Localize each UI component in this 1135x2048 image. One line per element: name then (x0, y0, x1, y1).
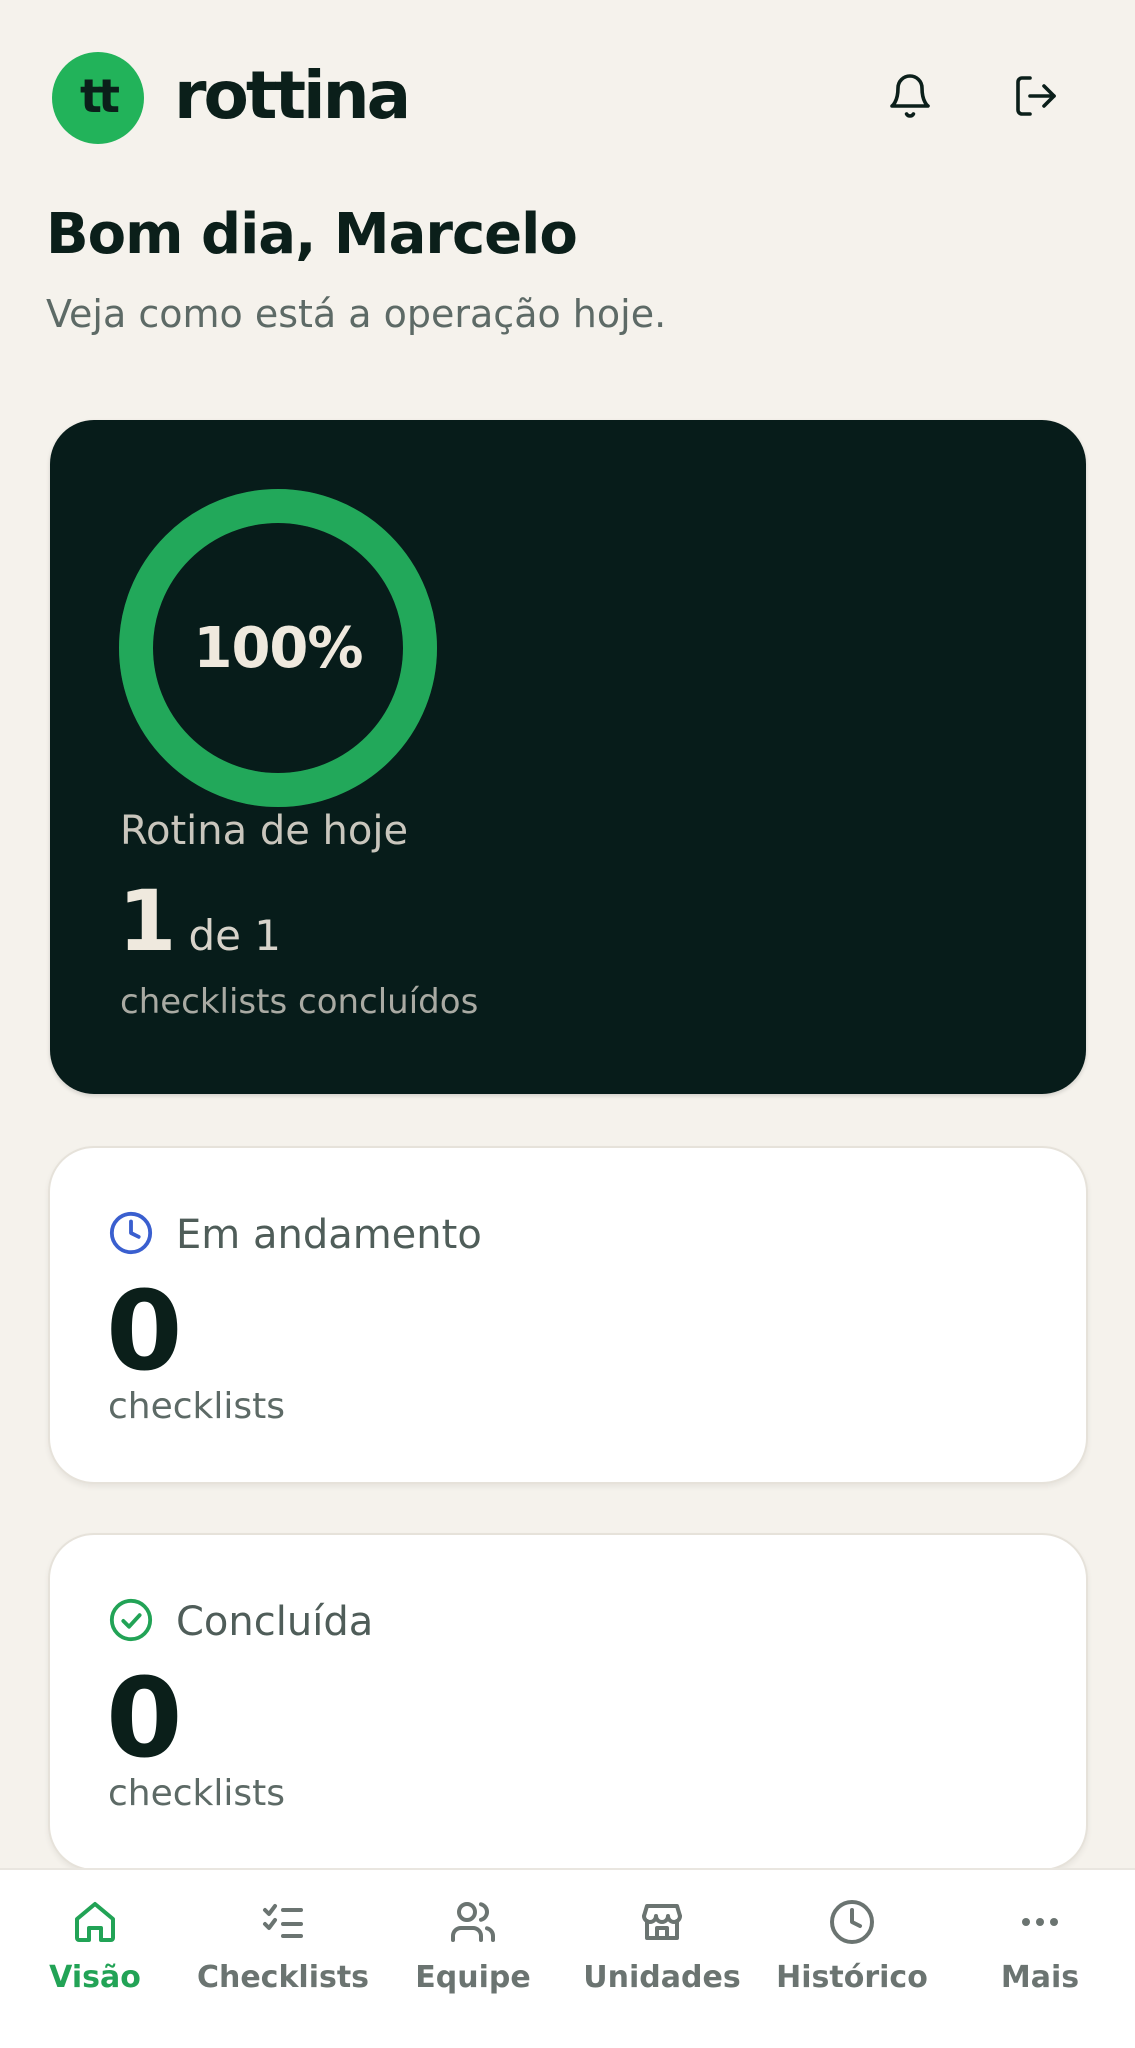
logout-icon[interactable] (1008, 68, 1064, 124)
nav-item-checklists[interactable]: Checklists (188, 1870, 378, 2048)
nav-label: Checklists (196, 1960, 370, 1995)
hero-title: Rotina de hoje (120, 808, 409, 854)
store-icon (634, 1894, 690, 1950)
history-icon (824, 1894, 880, 1950)
done-count: 1 (118, 872, 176, 970)
nav-label: Equipe (415, 1960, 531, 1995)
more-icon (1012, 1894, 1068, 1950)
card-unit: checklists (108, 1386, 286, 1427)
nav-label: Unidades (583, 1960, 741, 1995)
nav-item-mais[interactable]: Mais (945, 1870, 1135, 2048)
logo-badge: tt (52, 52, 144, 144)
card-label: Concluída (176, 1599, 374, 1645)
card-value: 0 (106, 1654, 183, 1782)
logo-text: tt (80, 69, 120, 123)
nav-label: Mais (1000, 1960, 1080, 1995)
nav-item-equipe[interactable]: Equipe (378, 1870, 568, 2048)
page-title: Bom dia, Marcelo (46, 202, 578, 267)
bell-icon[interactable] (882, 68, 938, 124)
nav-item-visao[interactable]: Visão (0, 1870, 190, 2048)
nav-item-historico[interactable]: Histórico (757, 1870, 947, 2048)
total-count: de 1 (188, 911, 282, 960)
nav-item-unidades[interactable]: Unidades (567, 1870, 757, 2048)
nav-label: Histórico (776, 1960, 928, 1995)
checklist-icon (255, 1894, 311, 1950)
card-unit: checklists (108, 1773, 286, 1814)
in-progress-card[interactable]: Em andamento 0 checklists (48, 1146, 1088, 1484)
check-circle-icon (108, 1597, 154, 1647)
home-icon (67, 1894, 123, 1950)
card-label: Em andamento (176, 1212, 482, 1258)
daily-routine-card[interactable]: 100% Rotina de hoje 1 de 1 checklists co… (50, 420, 1086, 1094)
progress-ring: 100% (118, 488, 438, 808)
users-icon (445, 1894, 501, 1950)
hero-count: 1 de 1 (118, 872, 281, 970)
progress-percent: 100% (193, 615, 363, 681)
completed-card[interactable]: Concluída 0 checklists (48, 1533, 1088, 1871)
card-value: 0 (106, 1267, 183, 1395)
clock-icon (108, 1210, 154, 1260)
app-header: tt rottina (0, 0, 1135, 200)
hero-caption: checklists concluídos (120, 982, 479, 1022)
nav-label: Visão (49, 1960, 141, 1995)
page-subtitle: Veja como está a operação hoje. (46, 292, 667, 336)
bottom-nav: Visão Checklists Equipe Unidades Históri… (0, 1868, 1135, 2048)
brand-name: rottina (174, 57, 411, 134)
